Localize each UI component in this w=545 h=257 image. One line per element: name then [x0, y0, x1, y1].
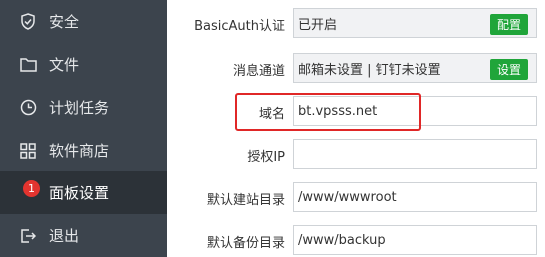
sidebar-item-label: 计划任务 — [49, 99, 110, 117]
sidebar-item-store[interactable]: 软件商店 — [0, 129, 167, 172]
sidebar: 安全 文件 计划任务 软件商店 面板设置 1 退出 — [0, 0, 167, 257]
auth-ip-label: 授权IP — [247, 150, 285, 165]
basic-auth-value: 已开启 — [298, 17, 338, 33]
domain-highlight-box — [235, 93, 421, 131]
notify-channel-label: 消息通道 — [232, 64, 285, 79]
sidebar-item-logout[interactable]: 退出 — [0, 214, 167, 257]
shield-icon — [19, 13, 37, 31]
sidebar-item-label: 面板设置 — [49, 184, 110, 202]
notify-channel-field: 邮箱未设置 | 钉钉未设置 设置 — [293, 53, 537, 83]
sidebar-item-files[interactable]: 文件 — [0, 43, 167, 86]
clock-icon — [19, 99, 37, 117]
grid-icon — [19, 142, 37, 160]
basic-auth-field: 已开启 配置 — [293, 8, 537, 38]
sidebar-item-cron[interactable]: 计划任务 — [0, 86, 167, 129]
sidebar-item-label: 软件商店 — [49, 142, 110, 160]
auth-ip-input[interactable] — [293, 139, 537, 169]
notification-badge: 1 — [23, 180, 40, 197]
sidebar-item-label: 安全 — [49, 13, 80, 31]
default-site-dir-value: /www/wwwroot — [298, 189, 397, 205]
sidebar-item-label: 文件 — [49, 56, 80, 74]
basic-auth-label: BasicAuth认证 — [194, 19, 285, 34]
default-backup-dir-label: 默认备份目录 — [206, 236, 285, 251]
setup-button[interactable]: 设置 — [489, 59, 528, 80]
default-site-dir-label: 默认建站目录 — [206, 193, 285, 208]
default-site-dir-input[interactable]: /www/wwwroot — [293, 182, 537, 212]
folder-icon — [19, 56, 37, 74]
logout-icon — [19, 227, 37, 245]
default-backup-dir-input[interactable]: /www/backup — [293, 225, 537, 255]
sidebar-item-label: 退出 — [49, 227, 80, 245]
configure-button[interactable]: 配置 — [489, 14, 528, 35]
default-backup-dir-value: /www/backup — [298, 232, 386, 248]
sidebar-item-security[interactable]: 安全 — [0, 0, 167, 43]
notify-channel-value: 邮箱未设置 | 钉钉未设置 — [298, 62, 441, 78]
